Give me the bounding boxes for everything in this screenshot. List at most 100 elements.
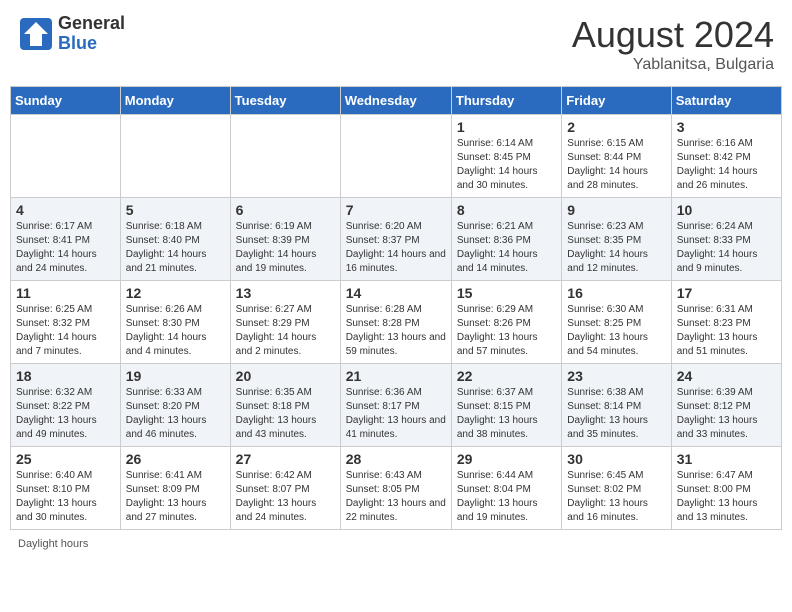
day-info: Sunrise: 6:44 AM Sunset: 8:04 PM Dayligh…	[457, 469, 556, 525]
table-cell: 22 Sunrise: 6:37 AM Sunset: 8:15 PM Dayli…	[451, 364, 561, 447]
table-cell	[11, 115, 121, 198]
table-cell: 4 Sunrise: 6:17 AM Sunset: 8:41 PM Daylig…	[11, 198, 121, 281]
day-number: 30	[567, 451, 665, 467]
table-cell: 16 Sunrise: 6:30 AM Sunset: 8:25 PM Dayli…	[562, 281, 671, 364]
page-header: General Blue August 2024 Yablanitsa, Bul…	[10, 10, 782, 78]
day-number: 10	[677, 202, 776, 218]
day-info: Sunrise: 6:29 AM Sunset: 8:26 PM Dayligh…	[457, 303, 556, 359]
col-friday: Friday	[562, 87, 671, 115]
logo-blue: Blue	[58, 34, 125, 54]
logo-general: General	[58, 14, 125, 34]
table-cell: 20Sunrise: 6:35 AM Sunset: 8:18 PM Dayli…	[230, 364, 340, 447]
day-number: 22	[457, 368, 556, 384]
table-cell: 3 Sunrise: 6:16 AM Sunset: 8:42 PM Daylig…	[671, 115, 781, 198]
day-number: 18	[16, 368, 115, 384]
day-info: Sunrise: 6:36 AM Sunset: 8:17 PM Dayligh…	[346, 386, 446, 442]
table-cell: 17 Sunrise: 6:31 AM Sunset: 8:23 PM Dayli…	[671, 281, 781, 364]
day-number: 29	[457, 451, 556, 467]
table-cell: 19Sunrise: 6:33 AM Sunset: 8:20 PM Dayli…	[120, 364, 230, 447]
table-cell: 9 Sunrise: 6:23 AM Sunset: 8:35 PM Daylig…	[562, 198, 671, 281]
day-info: Sunrise: 6:14 AM Sunset: 8:45 PM Dayligh…	[457, 137, 556, 193]
day-number: 1	[457, 119, 556, 135]
day-info: Sunrise: 6:45 AM Sunset: 8:02 PM Dayligh…	[567, 469, 665, 525]
day-number: 23	[567, 368, 665, 384]
day-number: 4	[16, 202, 115, 218]
day-info: Sunrise: 6:30 AM Sunset: 8:25 PM Dayligh…	[567, 303, 665, 359]
day-number: 3	[677, 119, 776, 135]
table-cell	[340, 115, 451, 198]
calendar-week-4: 18 Sunrise: 6:32 AM Sunset: 8:22 PM Dayli…	[11, 364, 782, 447]
logo-icon	[18, 16, 54, 52]
footer: Daylight hours	[10, 538, 782, 550]
table-cell: 11 Sunrise: 6:25 AM Sunset: 8:32 PM Dayli…	[11, 281, 121, 364]
table-cell: 24Sunrise: 6:39 AM Sunset: 8:12 PM Dayli…	[671, 364, 781, 447]
day-number: 17	[677, 285, 776, 301]
table-cell: 6Sunrise: 6:19 AM Sunset: 8:39 PM Daylig…	[230, 198, 340, 281]
table-cell: 28Sunrise: 6:43 AM Sunset: 8:05 PM Dayli…	[340, 447, 451, 530]
day-number: 2	[567, 119, 665, 135]
month-year: August 2024	[572, 14, 774, 56]
day-info: Sunrise: 6:32 AM Sunset: 8:22 PM Dayligh…	[16, 386, 115, 442]
table-cell: 18 Sunrise: 6:32 AM Sunset: 8:22 PM Dayli…	[11, 364, 121, 447]
col-thursday: Thursday	[451, 87, 561, 115]
day-info: Sunrise: 6:17 AM Sunset: 8:41 PM Dayligh…	[16, 220, 115, 276]
day-info: Sunrise: 6:37 AM Sunset: 8:15 PM Dayligh…	[457, 386, 556, 442]
day-info: Sunrise: 6:28 AM Sunset: 8:28 PM Dayligh…	[346, 303, 446, 359]
col-tuesday: Tuesday	[230, 87, 340, 115]
table-cell: 7Sunrise: 6:20 AM Sunset: 8:37 PM Daylig…	[340, 198, 451, 281]
day-info: Sunrise: 6:25 AM Sunset: 8:32 PM Dayligh…	[16, 303, 115, 359]
calendar-week-5: 25Sunrise: 6:40 AM Sunset: 8:10 PM Dayli…	[11, 447, 782, 530]
day-number: 21	[346, 368, 446, 384]
table-cell: 14 Sunrise: 6:28 AM Sunset: 8:28 PM Dayli…	[340, 281, 451, 364]
day-number: 12	[126, 285, 225, 301]
day-number: 19	[126, 368, 225, 384]
table-cell: 26 Sunrise: 6:41 AM Sunset: 8:09 PM Dayli…	[120, 447, 230, 530]
calendar-header-row: Sunday Monday Tuesday Wednesday Thursday…	[11, 87, 782, 115]
day-info: Sunrise: 6:27 AM Sunset: 8:29 PM Dayligh…	[236, 303, 335, 359]
day-number: 6	[236, 202, 335, 218]
location: Yablanitsa, Bulgaria	[572, 56, 774, 74]
day-info: Sunrise: 6:35 AM Sunset: 8:18 PM Dayligh…	[236, 386, 335, 442]
day-number: 31	[677, 451, 776, 467]
day-number: 8	[457, 202, 556, 218]
daylight-label: Daylight hours	[18, 538, 88, 550]
table-cell: 21 Sunrise: 6:36 AM Sunset: 8:17 PM Dayli…	[340, 364, 451, 447]
day-number: 9	[567, 202, 665, 218]
table-cell: 2Sunrise: 6:15 AM Sunset: 8:44 PM Daylig…	[562, 115, 671, 198]
day-number: 11	[16, 285, 115, 301]
day-number: 27	[236, 451, 335, 467]
day-info: Sunrise: 6:18 AM Sunset: 8:40 PM Dayligh…	[126, 220, 225, 276]
col-wednesday: Wednesday	[340, 87, 451, 115]
col-sunday: Sunday	[11, 87, 121, 115]
day-info: Sunrise: 6:23 AM Sunset: 8:35 PM Dayligh…	[567, 220, 665, 276]
day-info: Sunrise: 6:24 AM Sunset: 8:33 PM Dayligh…	[677, 220, 776, 276]
day-info: Sunrise: 6:26 AM Sunset: 8:30 PM Dayligh…	[126, 303, 225, 359]
calendar-week-3: 11 Sunrise: 6:25 AM Sunset: 8:32 PM Dayli…	[11, 281, 782, 364]
table-cell: 31Sunrise: 6:47 AM Sunset: 8:00 PM Dayli…	[671, 447, 781, 530]
table-cell: 23 Sunrise: 6:38 AM Sunset: 8:14 PM Dayli…	[562, 364, 671, 447]
calendar-table: Sunday Monday Tuesday Wednesday Thursday…	[10, 86, 782, 530]
day-number: 14	[346, 285, 446, 301]
col-monday: Monday	[120, 87, 230, 115]
table-cell: 25Sunrise: 6:40 AM Sunset: 8:10 PM Dayli…	[11, 447, 121, 530]
day-info: Sunrise: 6:16 AM Sunset: 8:42 PM Dayligh…	[677, 137, 776, 193]
table-cell: 27Sunrise: 6:42 AM Sunset: 8:07 PM Dayli…	[230, 447, 340, 530]
table-cell: 13 Sunrise: 6:27 AM Sunset: 8:29 PM Dayli…	[230, 281, 340, 364]
day-number: 25	[16, 451, 115, 467]
day-info: Sunrise: 6:41 AM Sunset: 8:09 PM Dayligh…	[126, 469, 225, 525]
day-info: Sunrise: 6:21 AM Sunset: 8:36 PM Dayligh…	[457, 220, 556, 276]
day-info: Sunrise: 6:31 AM Sunset: 8:23 PM Dayligh…	[677, 303, 776, 359]
day-number: 7	[346, 202, 446, 218]
table-cell: 8 Sunrise: 6:21 AM Sunset: 8:36 PM Daylig…	[451, 198, 561, 281]
table-cell: 29 Sunrise: 6:44 AM Sunset: 8:04 PM Dayli…	[451, 447, 561, 530]
calendar-week-1: 1 Sunrise: 6:14 AM Sunset: 8:45 PM Daylig…	[11, 115, 782, 198]
table-cell: 5 Sunrise: 6:18 AM Sunset: 8:40 PM Daylig…	[120, 198, 230, 281]
day-number: 26	[126, 451, 225, 467]
table-cell: 30 Sunrise: 6:45 AM Sunset: 8:02 PM Dayli…	[562, 447, 671, 530]
day-info: Sunrise: 6:39 AM Sunset: 8:12 PM Dayligh…	[677, 386, 776, 442]
day-number: 13	[236, 285, 335, 301]
day-number: 16	[567, 285, 665, 301]
day-number: 5	[126, 202, 225, 218]
table-cell: 15Sunrise: 6:29 AM Sunset: 8:26 PM Dayli…	[451, 281, 561, 364]
day-info: Sunrise: 6:38 AM Sunset: 8:14 PM Dayligh…	[567, 386, 665, 442]
